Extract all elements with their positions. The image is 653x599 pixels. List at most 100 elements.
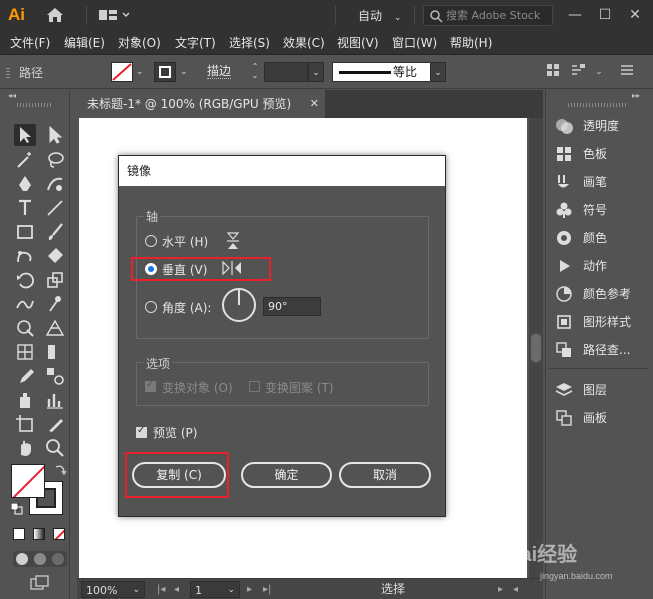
chevron-up-icon[interactable]: ⌃	[246, 62, 264, 71]
minimize-button[interactable]: —	[560, 0, 590, 31]
chevron-down-icon[interactable]: ⌄	[136, 65, 148, 79]
transform-patterns-checkbox[interactable]	[249, 381, 260, 392]
expand-panel-icon[interactable]: ▸▸	[632, 91, 640, 100]
gradient-tool-icon[interactable]	[44, 341, 66, 363]
draw-normal-icon[interactable]	[16, 553, 28, 565]
pen-tool-icon[interactable]	[14, 173, 36, 195]
scrollbar-thumb[interactable]	[531, 334, 541, 362]
shape-builder-tool-icon[interactable]	[14, 317, 36, 339]
transform-objects-checkbox[interactable]	[145, 379, 156, 392]
puppet-warp-tool-icon[interactable]	[44, 293, 66, 315]
menu-view[interactable]: 视图(V)	[337, 34, 379, 52]
angle-radio[interactable]	[145, 301, 157, 313]
transform-icon[interactable]	[570, 63, 588, 81]
first-artboard-icon[interactable]: |◂	[157, 581, 165, 598]
ok-button[interactable]: 确定	[241, 462, 332, 488]
angle-label[interactable]: 角度 (A):	[162, 299, 211, 316]
chevron-down-icon[interactable]: ⌄	[590, 63, 608, 81]
close-icon[interactable]: ✕	[310, 90, 319, 118]
hand-tool-icon[interactable]	[14, 437, 36, 459]
panel-item-transparency[interactable]: 透明度	[549, 114, 649, 138]
panel-item-layers[interactable]: 图层	[549, 378, 649, 402]
arrange-documents-icon[interactable]	[99, 8, 130, 22]
stroke-weight-input[interactable]	[264, 62, 308, 82]
align-icon[interactable]	[544, 63, 562, 81]
fill-swatch[interactable]	[11, 464, 45, 498]
scale-tool-icon[interactable]	[44, 269, 66, 291]
angle-input[interactable]: 90°	[263, 297, 321, 316]
collapse-panel-icon[interactable]: ◂◂	[8, 91, 16, 100]
panel-item-pathfinder[interactable]: 路径查...	[549, 338, 649, 362]
stroke-weight-stepper[interactable]: ⌃ ⌄	[246, 62, 264, 82]
preview-label[interactable]: 预览 (P)	[153, 424, 197, 441]
maximize-button[interactable]: ☐	[590, 0, 620, 31]
chevron-down-icon[interactable]: ⌄	[246, 71, 264, 80]
artboard-tool-icon[interactable]	[14, 413, 36, 435]
workspace-switcher[interactable]: 自动 ⌄	[346, 6, 408, 26]
gradient-mode-icon[interactable]	[33, 528, 45, 540]
slice-tool-icon[interactable]	[44, 413, 66, 435]
mesh-tool-icon[interactable]	[14, 341, 36, 363]
fill-color-swatch[interactable]	[111, 62, 133, 82]
color-mode-icon[interactable]	[13, 528, 25, 540]
paintbrush-tool-icon[interactable]	[44, 221, 66, 243]
status-menu-icon[interactable]: ▸	[498, 581, 503, 598]
type-tool-icon[interactable]	[14, 197, 36, 219]
zoom-select[interactable]: 100% ⌄	[81, 581, 145, 598]
stroke-label[interactable]: 描边	[207, 64, 232, 79]
magic-wand-tool-icon[interactable]	[14, 149, 36, 171]
panel-item-color[interactable]: 颜色	[549, 226, 649, 250]
rectangle-tool-icon[interactable]	[14, 221, 36, 243]
home-icon[interactable]	[46, 7, 64, 23]
grip-handle[interactable]	[568, 103, 628, 107]
document-tab[interactable]: 未标题-1* @ 100% (RGB/GPU 预览) ✕	[77, 90, 325, 118]
menu-window[interactable]: 窗口(W)	[392, 34, 437, 52]
blend-tool-icon[interactable]	[44, 365, 66, 387]
panel-item-color-guide[interactable]: 颜色参考	[549, 282, 649, 306]
preview-checkbox[interactable]	[136, 425, 147, 438]
symbol-sprayer-tool-icon[interactable]	[14, 389, 36, 411]
menu-file[interactable]: 文件(F)	[10, 34, 50, 52]
stroke-color-swatch[interactable]	[154, 62, 176, 82]
panel-item-artboards[interactable]: 画板	[549, 406, 649, 430]
lasso-tool-icon[interactable]	[44, 149, 66, 171]
horizontal-axis-label[interactable]: 水平 (H)	[162, 233, 208, 250]
horizontal-axis-radio[interactable]	[145, 235, 157, 247]
stroke-weight-dropdown[interactable]: ⌄	[308, 62, 324, 82]
vertical-scrollbar[interactable]	[529, 118, 543, 578]
default-colors-icon[interactable]	[10, 502, 23, 515]
curvature-tool-icon[interactable]	[44, 173, 66, 195]
menu-effect[interactable]: 效果(C)	[283, 34, 325, 52]
column-graph-tool-icon[interactable]	[44, 389, 66, 411]
none-mode-icon[interactable]	[53, 528, 65, 540]
panel-item-brush[interactable]: 画笔	[549, 170, 649, 194]
menu-type[interactable]: 文字(T)	[175, 34, 216, 52]
angle-dial[interactable]	[222, 288, 256, 322]
draw-behind-icon[interactable]	[34, 553, 46, 565]
previous-artboard-icon[interactable]: ◂	[174, 581, 179, 598]
menu-edit[interactable]: 编辑(E)	[64, 34, 105, 52]
artboard-number-select[interactable]: 1 ⌄	[190, 581, 240, 598]
grip-handle[interactable]	[6, 68, 10, 78]
next-artboard-icon[interactable]: ▸	[247, 581, 252, 598]
cancel-button[interactable]: 取消	[339, 462, 431, 488]
grip-handle[interactable]	[17, 103, 53, 107]
menu-help[interactable]: 帮助(H)	[450, 34, 492, 52]
stock-search-input[interactable]: 搜索 Adobe Stock	[423, 5, 553, 26]
screen-mode-icon[interactable]	[30, 575, 50, 591]
width-tool-icon[interactable]	[14, 293, 36, 315]
swap-fill-stroke-icon[interactable]	[53, 463, 67, 477]
last-artboard-icon[interactable]: ▸|	[263, 581, 271, 598]
selection-tool-icon[interactable]	[14, 124, 36, 146]
eraser-tool-icon[interactable]	[44, 245, 66, 267]
panel-item-play[interactable]: 动作	[549, 254, 649, 278]
menu-select[interactable]: 选择(S)	[229, 34, 270, 52]
panel-item-graphic-style[interactable]: 图形样式	[549, 310, 649, 334]
line-segment-tool-icon[interactable]	[44, 197, 66, 219]
stroke-profile-dropdown[interactable]: ⌄	[430, 62, 446, 82]
draw-inside-icon[interactable]	[52, 553, 64, 565]
panel-item-symbol[interactable]: 符号	[549, 198, 649, 222]
panel-menu-icon[interactable]	[618, 63, 636, 81]
zoom-tool-icon[interactable]	[44, 437, 66, 459]
stroke-profile-select[interactable]: 等比	[332, 62, 446, 82]
